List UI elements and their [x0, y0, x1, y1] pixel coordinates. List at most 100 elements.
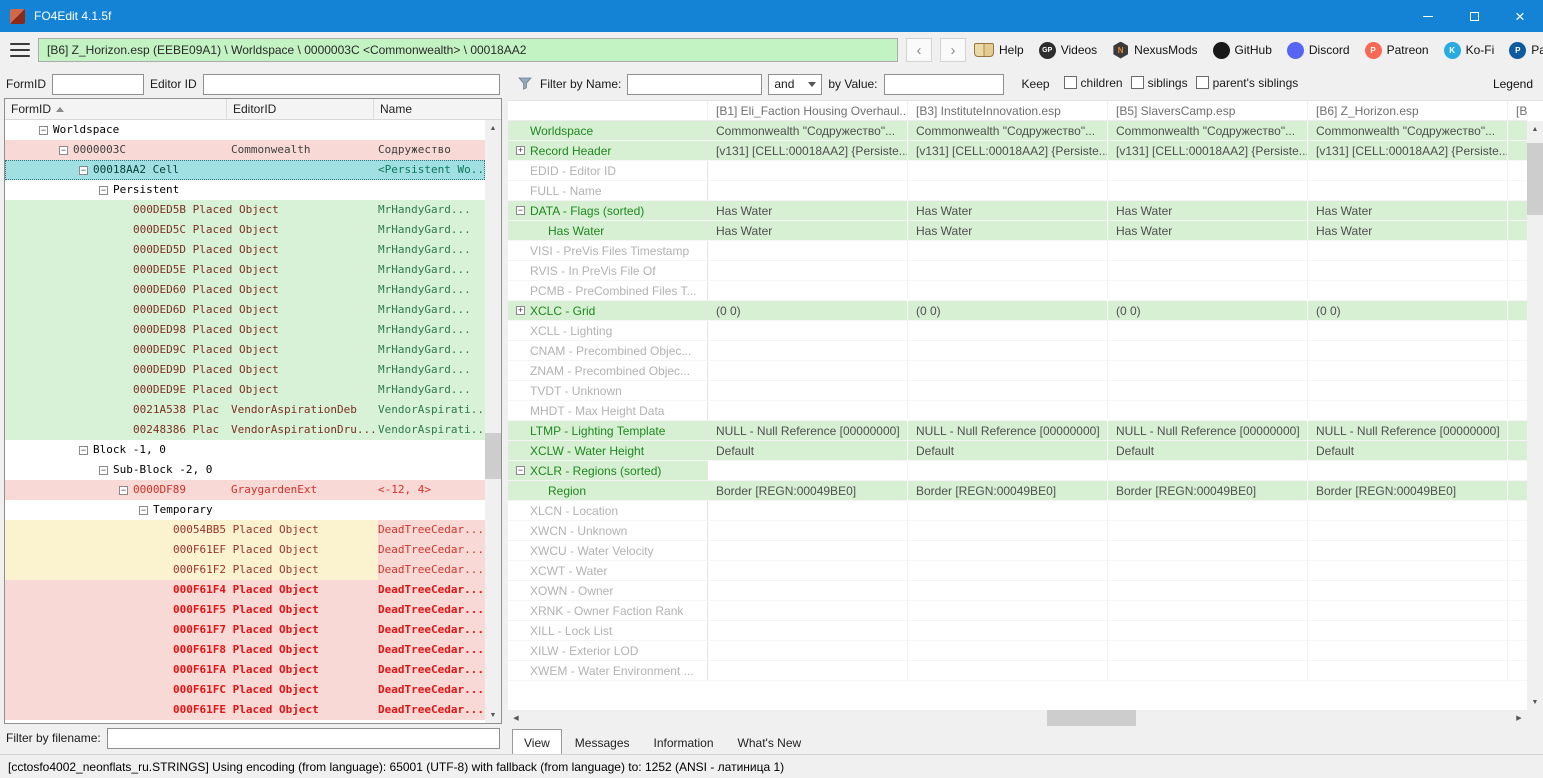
column-header[interactable]: [B: [1508, 101, 1527, 120]
grid-cell[interactable]: [1108, 401, 1308, 420]
column-header-name[interactable]: Name: [374, 99, 501, 119]
grid-cell[interactable]: [v131] [CELL:00018AA2] {Persiste...: [708, 141, 908, 160]
filter-operator-select[interactable]: and: [768, 74, 822, 95]
grid-cell[interactable]: [1308, 661, 1508, 680]
tree-row[interactable]: 0000DF89GraygardenExt<-12, 4>: [5, 480, 485, 500]
grid-cell[interactable]: [1308, 181, 1508, 200]
grid-cell[interactable]: [708, 361, 908, 380]
nav-back-button[interactable]: [906, 38, 932, 62]
grid-cell[interactable]: [v131] [CELL:00018AA2] {Persiste...: [1108, 141, 1308, 160]
grid-cell[interactable]: [908, 641, 1108, 660]
grid-row[interactable]: WorldspaceCommonwealth "Содружество"...C…: [508, 121, 1527, 141]
grid-row[interactable]: XCLR - Regions (sorted): [508, 461, 1527, 481]
filter-by-name-input[interactable]: [627, 74, 762, 95]
grid-cell[interactable]: [708, 561, 908, 580]
grid-cell[interactable]: [1308, 641, 1508, 660]
expand-icon[interactable]: [516, 146, 525, 155]
scroll-right-icon[interactable]: [1511, 710, 1527, 726]
grid-cell[interactable]: [1108, 621, 1308, 640]
tree-row[interactable]: 00248386 PlacVendorAspirationDru...Vendo…: [5, 420, 485, 440]
grid-cell[interactable]: [1308, 541, 1508, 560]
collapse-icon[interactable]: [139, 506, 148, 515]
grid-cell[interactable]: [908, 261, 1108, 280]
tree-row[interactable]: 00054BB5 Placed ObjectDeadTreeCedar...: [5, 520, 485, 540]
grid-cell[interactable]: [1308, 461, 1508, 480]
grid-cell[interactable]: [1108, 161, 1308, 180]
grid-row[interactable]: XWCU - Water Velocity: [508, 541, 1527, 561]
grid-cell[interactable]: Default: [708, 441, 908, 460]
collapse-icon[interactable]: [516, 466, 525, 475]
grid-cell[interactable]: [1308, 521, 1508, 540]
tree-row[interactable]: 0021A538 PlacVendorAspirationDebVendorAs…: [5, 400, 485, 420]
grid-cell[interactable]: [708, 661, 908, 680]
collapse-icon[interactable]: [79, 446, 88, 455]
grid-row[interactable]: CNAM - Precombined Objec...: [508, 341, 1527, 361]
tree-row[interactable]: 0000003CCommonwealthСодружество: [5, 140, 485, 160]
grid-cell[interactable]: [1308, 401, 1508, 420]
grid-cell[interactable]: [708, 261, 908, 280]
grid-row[interactable]: XRNK - Owner Faction Rank: [508, 601, 1527, 621]
grid-row[interactable]: XLCN - Location: [508, 501, 1527, 521]
tree-row[interactable]: Worldspace: [5, 120, 485, 140]
grid-row[interactable]: Has WaterHas WaterHas WaterHas WaterHas …: [508, 221, 1527, 241]
grid-cell[interactable]: [708, 621, 908, 640]
tree-row[interactable]: 000DED9E Placed ObjectMrHandyGard...: [5, 380, 485, 400]
grid-cell[interactable]: [1108, 501, 1308, 520]
grid-row[interactable]: XCWT - Water: [508, 561, 1527, 581]
tab-what-s-new[interactable]: What's New: [727, 732, 813, 754]
grid-cell[interactable]: [1308, 341, 1508, 360]
scroll-up-icon[interactable]: [485, 120, 501, 136]
grid-cell[interactable]: [908, 161, 1108, 180]
grid-cell[interactable]: [708, 501, 908, 520]
close-button[interactable]: [1497, 0, 1543, 32]
grid-cell[interactable]: Commonwealth "Содружество"...: [1108, 121, 1308, 140]
grid-cell[interactable]: Has Water: [908, 201, 1108, 220]
checkbox-icon[interactable]: [1064, 76, 1077, 89]
grid-cell[interactable]: [1108, 281, 1308, 300]
grid-cell[interactable]: [908, 461, 1108, 480]
grid-cell[interactable]: Commonwealth "Содружество"...: [708, 121, 908, 140]
grid-cell[interactable]: [1108, 661, 1308, 680]
grid-cell[interactable]: [708, 341, 908, 360]
tree-row[interactable]: 000DED6D Placed ObjectMrHandyGard...: [5, 300, 485, 320]
grid-cell[interactable]: Border [REGN:00049BE0]: [708, 481, 908, 500]
horizontal-scroll-thumb[interactable]: [1047, 710, 1136, 726]
grid-cell[interactable]: [v131] [CELL:00018AA2] {Persiste...: [908, 141, 1108, 160]
nav-forward-button[interactable]: [940, 38, 966, 62]
grid-row[interactable]: TVDT - Unknown: [508, 381, 1527, 401]
grid-cell[interactable]: Has Water: [708, 201, 908, 220]
grid-cell[interactable]: Has Water: [1308, 221, 1508, 240]
grid-cell[interactable]: (0 0): [1308, 301, 1508, 320]
grid-cell[interactable]: [708, 401, 908, 420]
grid-cell[interactable]: [1308, 561, 1508, 580]
grid-cell[interactable]: [708, 581, 908, 600]
tab-information[interactable]: Information: [643, 732, 725, 754]
tree-row[interactable]: Sub-Block -2, 0: [5, 460, 485, 480]
grid-horizontal-scrollbar[interactable]: [508, 710, 1543, 726]
column-header[interactable]: [B5] SlaversCamp.esp: [1108, 101, 1308, 120]
grid-cell[interactable]: [1108, 461, 1308, 480]
tree-row[interactable]: 000F61F2 Placed ObjectDeadTreeCedar...: [5, 560, 485, 580]
grid-row[interactable]: DATA - Flags (sorted)Has WaterHas WaterH…: [508, 201, 1527, 221]
link-kofi[interactable]: KKo-Fi: [1444, 42, 1495, 59]
link-discord[interactable]: Discord: [1287, 42, 1350, 59]
grid-cell[interactable]: [1108, 261, 1308, 280]
grid-scroll-thumb[interactable]: [1527, 143, 1543, 215]
grid-cell[interactable]: [708, 181, 908, 200]
collapse-icon[interactable]: [59, 146, 68, 155]
tree-row[interactable]: 000DED60 Placed ObjectMrHandyGard...: [5, 280, 485, 300]
scroll-down-icon[interactable]: [1527, 694, 1543, 710]
grid-cell[interactable]: Has Water: [1108, 201, 1308, 220]
tree-scroll-thumb[interactable]: [485, 433, 501, 479]
grid-cell[interactable]: Border [REGN:00049BE0]: [1308, 481, 1508, 500]
grid-cell[interactable]: [708, 381, 908, 400]
grid-cell[interactable]: [1108, 601, 1308, 620]
grid-cell[interactable]: NULL - Null Reference [00000000]: [908, 421, 1108, 440]
link-github[interactable]: GitHub: [1213, 42, 1272, 59]
grid-row[interactable]: XWEM - Water Environment ...: [508, 661, 1527, 681]
grid-cell[interactable]: Default: [1308, 441, 1508, 460]
grid-cell[interactable]: [908, 241, 1108, 260]
legend-link[interactable]: Legend: [1493, 77, 1533, 91]
grid-row[interactable]: RVIS - In PreVis File Of: [508, 261, 1527, 281]
link-patreon[interactable]: PPatreon: [1365, 42, 1429, 59]
